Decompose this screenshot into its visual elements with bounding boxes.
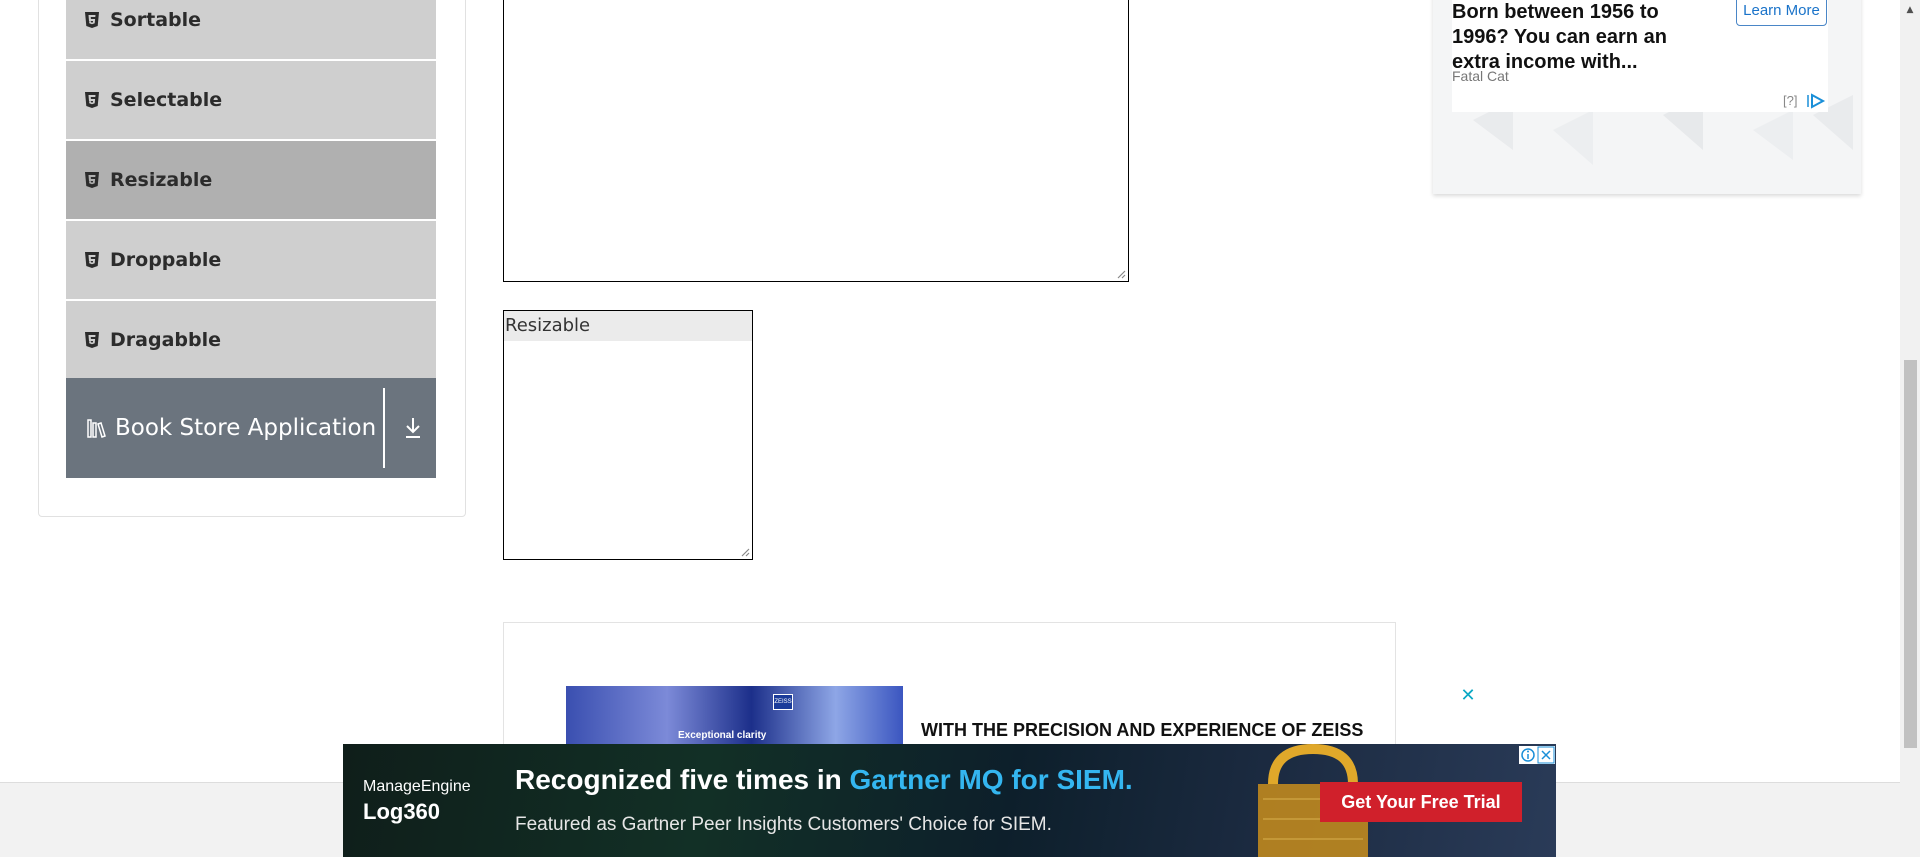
scroll-thumb[interactable] — [1904, 360, 1917, 748]
html5-icon — [85, 172, 99, 188]
zeiss-logo: ZEISS — [773, 694, 793, 710]
download-icon[interactable] — [401, 414, 425, 442]
menu-item-label: Dragabble — [110, 329, 221, 351]
html5-icon — [85, 12, 99, 28]
get-free-trial-button[interactable]: Get Your Free Trial — [1320, 782, 1522, 822]
html5-icon — [85, 92, 99, 108]
banner-headline: Recognized five times in Gartner MQ for … — [515, 764, 1133, 796]
banner-product-name: Log360 — [363, 799, 441, 824]
resizable-box-label: Resizable — [504, 311, 752, 341]
zeiss-ad-image[interactable]: ZEISS Exceptional clarity — [566, 686, 903, 746]
menu-item-dragabble[interactable]: Dragabble — [66, 301, 436, 380]
menu-item-label: Resizable — [110, 169, 213, 191]
left-panel: Sortable Selectable Resizable Droppable … — [38, 0, 466, 517]
divider — [383, 388, 385, 468]
html5-icon — [85, 332, 99, 348]
ad-headline[interactable]: Born between 1956 to 1996? You can earn … — [1452, 0, 1712, 75]
close-ad-icon[interactable] — [1537, 746, 1555, 764]
menu-item-droppable[interactable]: Droppable — [66, 221, 436, 300]
zeiss-ad-headline[interactable]: WITH THE PRECISION AND EXPERIENCE OF ZEI… — [921, 720, 1363, 741]
manageengine-banner-ad[interactable]: ManageEngine Log360 Recognized five time… — [343, 744, 1556, 857]
info-icon[interactable] — [1519, 746, 1537, 764]
ad-source[interactable]: Fatal Cat — [1452, 68, 1509, 84]
sponsored-ad[interactable]: Born between 1956 to 1996? You can earn … — [1433, 0, 1861, 194]
menu-item-selectable[interactable]: Selectable — [66, 61, 436, 140]
resizable-box-with-restriction[interactable] — [503, 0, 1129, 282]
ad-badge[interactable] — [1519, 746, 1555, 764]
menu-item-label: Selectable — [110, 89, 223, 111]
vertical-scrollbar[interactable]: ▲ — [1900, 0, 1920, 857]
resize-handle[interactable] — [1116, 269, 1126, 279]
banner-subline: Featured as Gartner Peer Insights Custom… — [515, 814, 1052, 835]
learn-more-button[interactable]: Learn More — [1736, 0, 1827, 26]
menu-item-label: Droppable — [110, 249, 222, 271]
menu-item-sortable[interactable]: Sortable — [66, 0, 436, 60]
resizable-box[interactable]: Resizable — [503, 310, 753, 560]
book-store-application-label: Book Store Application — [115, 415, 377, 441]
menu-item-resizable[interactable]: Resizable — [66, 141, 436, 220]
zeiss-ad-caption: Exceptional clarity — [678, 730, 767, 741]
zeiss-ad[interactable]: ZEISS Exceptional clarity WITH THE PRECI… — [566, 686, 1488, 746]
adchoices-icon[interactable] — [1806, 93, 1826, 109]
menu-item-label: Sortable — [110, 9, 202, 31]
books-icon — [87, 419, 106, 438]
banner-headline-text: Recognized five times in — [515, 764, 850, 795]
page: Sortable Selectable Resizable Droppable … — [0, 0, 1920, 857]
book-store-application-group[interactable]: Book Store Application — [66, 378, 436, 478]
ad-help-link[interactable]: [?] — [1783, 93, 1797, 108]
banner-headline-highlight: Gartner MQ for SIEM. — [849, 764, 1133, 795]
close-icon[interactable]: ✕ — [1458, 686, 1478, 706]
html5-icon — [85, 252, 99, 268]
banner-brand-name: ManageEngine — [363, 778, 471, 795]
resize-handle[interactable] — [740, 547, 750, 557]
scroll-up-arrow-icon[interactable]: ▲ — [1900, 0, 1920, 20]
